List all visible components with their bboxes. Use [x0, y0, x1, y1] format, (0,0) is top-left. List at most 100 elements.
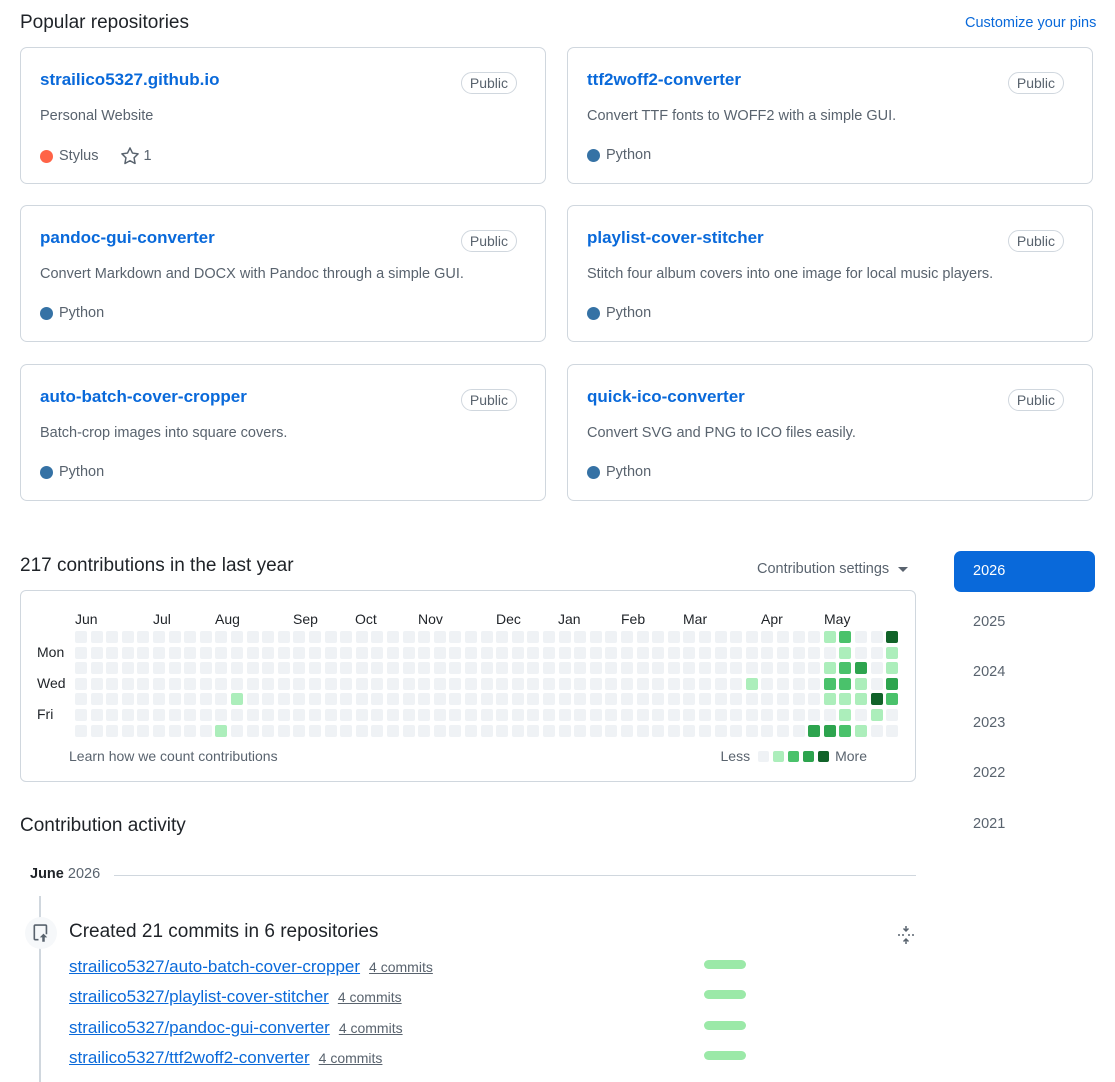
contribution-day-cell[interactable] [823, 631, 836, 643]
contribution-day-cell[interactable] [184, 631, 197, 643]
contribution-day-cell[interactable] [465, 677, 477, 690]
contribution-day-cell[interactable] [761, 631, 774, 643]
contribution-day-cell[interactable] [574, 646, 587, 659]
contribution-day-cell[interactable] [293, 662, 306, 675]
contribution-day-cell[interactable] [75, 662, 87, 675]
contribution-day-cell[interactable] [683, 631, 696, 643]
contribution-day-cell[interactable] [215, 631, 228, 643]
contribution-day-cell[interactable] [558, 631, 571, 643]
contribution-day-cell[interactable] [387, 677, 399, 690]
contribution-day-cell[interactable] [714, 662, 727, 675]
contribution-day-cell[interactable] [355, 724, 368, 737]
contribution-day-cell[interactable] [402, 646, 415, 659]
contribution-day-cell[interactable] [730, 724, 743, 737]
contribution-day-cell[interactable] [886, 662, 899, 675]
contribution-day-cell[interactable] [433, 662, 446, 675]
commit-repo-link[interactable]: strailico5327/ttf2woff2-converter [69, 1048, 310, 1068]
contribution-day-cell[interactable] [636, 677, 649, 690]
contribution-day-cell[interactable] [199, 724, 212, 737]
contribution-day-cell[interactable] [340, 724, 353, 737]
contribution-day-cell[interactable] [652, 646, 665, 659]
contribution-day-cell[interactable] [496, 662, 509, 675]
contribution-day-cell[interactable] [808, 631, 821, 643]
contribution-day-cell[interactable] [184, 662, 197, 675]
contribution-day-cell[interactable] [574, 677, 587, 690]
contribution-day-cell[interactable] [262, 724, 275, 737]
contribution-day-cell[interactable] [387, 662, 399, 675]
contribution-day-cell[interactable] [745, 724, 758, 737]
contribution-day-cell[interactable] [777, 693, 789, 706]
year-2021-button[interactable]: 2021 [954, 804, 1095, 845]
contribution-day-cell[interactable] [137, 724, 150, 737]
contribution-day-cell[interactable] [106, 662, 119, 675]
contribution-day-cell[interactable] [371, 631, 384, 643]
contribution-day-cell[interactable] [184, 724, 197, 737]
contribution-day-cell[interactable] [215, 724, 228, 737]
contribution-day-cell[interactable] [137, 631, 150, 643]
contribution-day-cell[interactable] [589, 662, 602, 675]
fold-collapse-icon[interactable] [895, 924, 917, 951]
commit-repo-link[interactable]: strailico5327/playlist-cover-stitcher [69, 987, 329, 1007]
contribution-day-cell[interactable] [355, 631, 368, 643]
contribution-day-cell[interactable] [387, 709, 399, 721]
contribution-day-cell[interactable] [527, 662, 540, 675]
contribution-day-cell[interactable] [324, 631, 337, 643]
contribution-day-cell[interactable] [636, 662, 649, 675]
contribution-day-cell[interactable] [855, 631, 867, 643]
contribution-day-cell[interactable] [543, 662, 555, 675]
contribution-day-cell[interactable] [855, 709, 867, 721]
contribution-day-cell[interactable] [527, 709, 540, 721]
contribution-day-cell[interactable] [262, 646, 275, 659]
contribution-day-cell[interactable] [387, 646, 399, 659]
contribution-day-cell[interactable] [355, 662, 368, 675]
contribution-day-cell[interactable] [231, 677, 243, 690]
commit-count-link[interactable]: 4 commits [338, 989, 402, 1005]
contribution-day-cell[interactable] [262, 662, 275, 675]
contribution-day-cell[interactable] [496, 709, 509, 721]
contribution-day-cell[interactable] [75, 631, 87, 643]
contribution-day-cell[interactable] [886, 631, 899, 643]
contribution-day-cell[interactable] [168, 724, 181, 737]
contribution-day-cell[interactable] [309, 646, 321, 659]
contribution-day-cell[interactable] [293, 709, 306, 721]
contribution-day-cell[interactable] [714, 646, 727, 659]
contribution-day-cell[interactable] [652, 677, 665, 690]
contribution-day-cell[interactable] [168, 693, 181, 706]
year-2025-button[interactable]: 2025 [954, 602, 1095, 643]
contribution-day-cell[interactable] [465, 662, 477, 675]
contribution-day-cell[interactable] [636, 724, 649, 737]
contribution-day-cell[interactable] [231, 709, 243, 721]
contribution-day-cell[interactable] [808, 724, 821, 737]
contribution-day-cell[interactable] [449, 677, 462, 690]
contribution-day-cell[interactable] [621, 677, 633, 690]
contribution-day-cell[interactable] [683, 709, 696, 721]
contribution-day-cell[interactable] [387, 631, 399, 643]
contribution-day-cell[interactable] [808, 693, 821, 706]
contribution-day-cell[interactable] [277, 724, 290, 737]
contribution-day-cell[interactable] [246, 677, 259, 690]
contribution-day-cell[interactable] [621, 724, 633, 737]
contribution-day-cell[interactable] [761, 662, 774, 675]
contribution-day-cell[interactable] [605, 631, 618, 643]
contribution-day-cell[interactable] [730, 662, 743, 675]
contribution-day-cell[interactable] [792, 662, 805, 675]
contribution-day-cell[interactable] [371, 646, 384, 659]
contribution-day-cell[interactable] [621, 646, 633, 659]
contribution-day-cell[interactable] [324, 709, 337, 721]
contribution-day-cell[interactable] [496, 724, 509, 737]
contribution-day-cell[interactable] [371, 709, 384, 721]
contribution-day-cell[interactable] [605, 693, 618, 706]
contribution-day-cell[interactable] [496, 646, 509, 659]
contribution-day-cell[interactable] [433, 693, 446, 706]
contribution-day-cell[interactable] [355, 693, 368, 706]
contribution-day-cell[interactable] [839, 677, 852, 690]
contribution-day-cell[interactable] [543, 631, 555, 643]
contribution-day-cell[interactable] [293, 677, 306, 690]
year-2022-button[interactable]: 2022 [954, 753, 1095, 794]
contribution-day-cell[interactable] [168, 662, 181, 675]
contribution-day-cell[interactable] [106, 631, 119, 643]
contribution-day-cell[interactable] [90, 677, 103, 690]
contribution-day-cell[interactable] [371, 693, 384, 706]
contribution-day-cell[interactable] [168, 631, 181, 643]
contribution-day-cell[interactable] [371, 724, 384, 737]
